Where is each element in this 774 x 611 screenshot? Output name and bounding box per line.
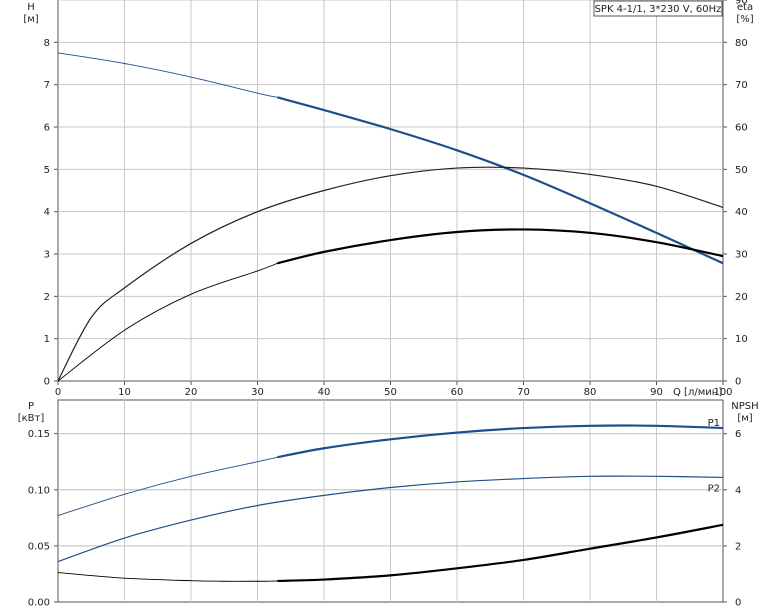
y-right-tick-label: 0 — [735, 598, 741, 609]
y-left-tick-label: 0.00 — [28, 598, 50, 609]
y-right-tick-label: 50 — [735, 165, 748, 176]
y-left-tick-label: 4 — [44, 207, 50, 218]
chart-title: SPK 4-1/1, 3*230 V, 60Hz — [595, 4, 722, 15]
y-left-tick-label: 7 — [44, 80, 50, 91]
y-right-axis-label: eta — [737, 2, 753, 13]
x-tick-label: 20 — [185, 387, 198, 398]
y-left-axis-unit: [кВт] — [18, 413, 45, 424]
y-right-tick-label: 10 — [735, 334, 748, 345]
series-label-P1: P1 — [708, 418, 720, 429]
x-axis-label: Q [л/мин] — [673, 387, 722, 398]
y-right-axis-label: NPSH — [731, 401, 758, 412]
series-label-P2: P2 — [708, 483, 720, 494]
x-tick-label: 70 — [517, 387, 530, 398]
x-tick-label: 50 — [384, 387, 397, 398]
y-right-axis-unit: [%] — [736, 14, 753, 25]
y-left-tick-label: 8 — [44, 38, 50, 49]
y-right-tick-label: 2 — [735, 541, 741, 552]
y-left-tick-label: 6 — [44, 123, 50, 134]
y-left-tick-label: 0 — [44, 377, 50, 388]
x-tick-label: 30 — [251, 387, 264, 398]
y-left-axis-label: H — [27, 2, 35, 13]
y-right-tick-label: 60 — [735, 123, 748, 134]
y-left-tick-label: 3 — [44, 250, 50, 261]
y-left-tick-label: 5 — [44, 165, 50, 176]
x-tick-label: 0 — [55, 387, 61, 398]
pump-curve-chart: 0 1 2 3 4 5 6 7 8 0 10 20 30 40 50 60 70 80 90 0 10 20 30 40 50 6… — [0, 0, 774, 611]
x-tick-label: 60 — [451, 387, 464, 398]
y-right-tick-label: 40 — [735, 207, 748, 218]
y-right-tick-label: 6 — [735, 429, 741, 440]
y-left-tick-label: 0.05 — [28, 541, 50, 552]
x-tick-label: 80 — [584, 387, 597, 398]
y-right-tick-label: 0 — [735, 377, 741, 388]
y-left-tick-label: 0.10 — [28, 485, 50, 496]
y-right-tick-label: 80 — [735, 38, 748, 49]
y-left-tick-label: 0.15 — [28, 429, 50, 440]
y-left-tick-label: 1 — [44, 334, 50, 345]
y-right-tick-label: 4 — [735, 485, 741, 496]
y-right-tick-label: 70 — [735, 80, 748, 91]
y-right-tick-label: 20 — [735, 292, 748, 303]
y-left-axis-unit: [м] — [23, 14, 38, 25]
y-right-tick-label: 30 — [735, 250, 748, 261]
chart-canvas: 01234567801020304050607080900 10 20 30 40 50 6… — [18, 0, 759, 609]
x-tick-label: 40 — [318, 387, 331, 398]
x-tick-label: 90 — [650, 387, 663, 398]
y-left-tick-label: 2 — [44, 292, 50, 303]
y-left-axis-label: P — [28, 401, 34, 412]
x-tick-label: 10 — [118, 387, 131, 398]
y-right-axis-unit: [м] — [737, 413, 752, 424]
